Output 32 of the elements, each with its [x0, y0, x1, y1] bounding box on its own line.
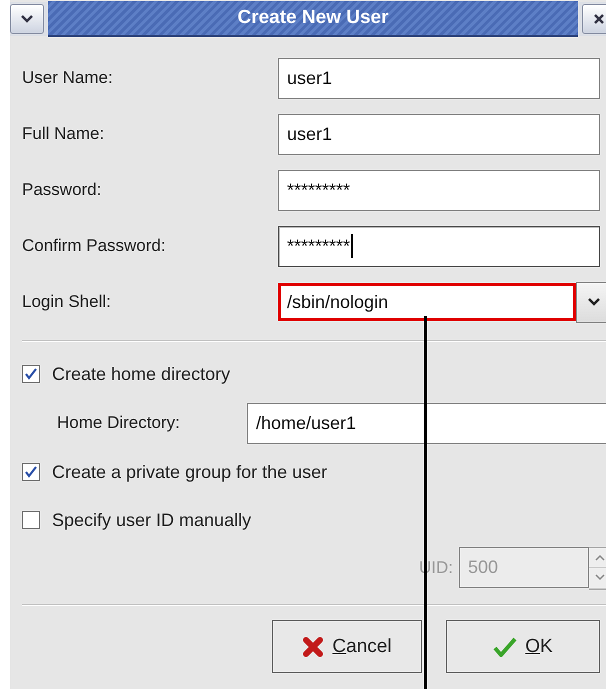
dropdown-button[interactable]	[576, 282, 606, 322]
input-field[interactable]: user1	[278, 114, 600, 154]
field-label: Full Name:	[22, 124, 106, 144]
combo-entry[interactable]: /sbin/nologin	[278, 283, 576, 321]
field-label: User Name:	[22, 68, 114, 88]
close-button[interactable]	[582, 4, 606, 34]
checkbox-label[interactable]: Create home directory	[52, 364, 230, 384]
menu-button[interactable]	[10, 4, 44, 34]
ok-button[interactable]: OK	[446, 620, 600, 673]
close-icon	[593, 13, 605, 25]
checkbox[interactable]	[22, 365, 40, 383]
checkbox-label[interactable]: Specify user ID manually	[52, 510, 252, 530]
check-icon	[493, 636, 518, 658]
field-label: Login Shell:	[22, 292, 112, 312]
checkbox[interactable]	[22, 463, 40, 481]
field-label: Password:	[22, 180, 102, 200]
input-field[interactable]: *********	[278, 226, 600, 266]
checkbox[interactable]	[22, 511, 40, 529]
chevron-down-icon	[20, 14, 34, 24]
input-field[interactable]: /home/user1	[247, 402, 606, 444]
input-field[interactable]: *********	[278, 170, 600, 210]
chevron-down-icon	[587, 297, 601, 307]
input-field[interactable]: user1	[278, 58, 600, 98]
chevron-down-icon	[595, 574, 605, 582]
checkbox-label[interactable]: Create a private group for the user	[52, 462, 328, 482]
cross-icon	[302, 636, 324, 658]
chevron-up-icon	[595, 554, 605, 561]
cancel-button[interactable]: Cancel	[272, 620, 422, 673]
text-cursor	[351, 234, 354, 258]
window-title: Create New User	[237, 7, 389, 29]
field-label: Confirm Password:	[22, 236, 167, 256]
field-label: Home Directory:	[57, 413, 181, 433]
